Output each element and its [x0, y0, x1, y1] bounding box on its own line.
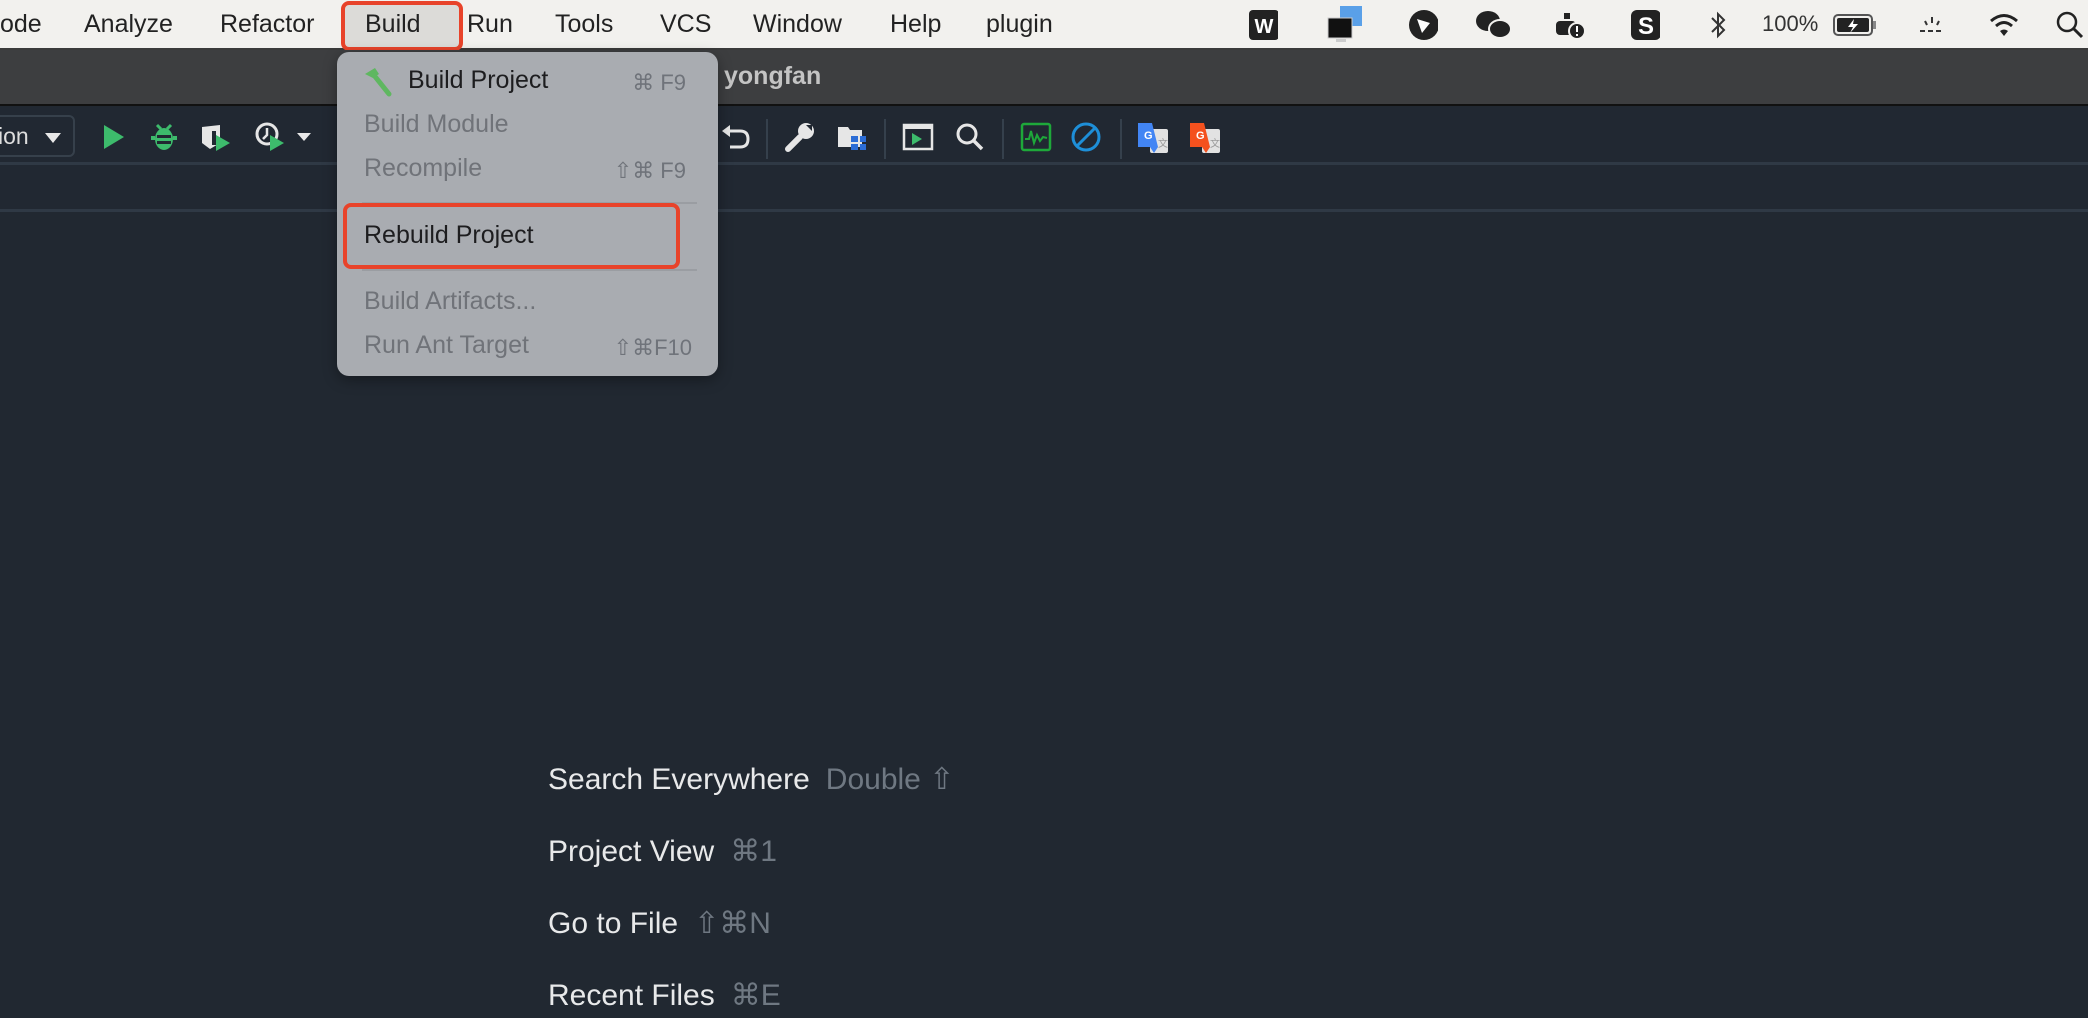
brightness-icon[interactable]	[1916, 10, 1946, 40]
feishu-icon[interactable]	[1408, 10, 1438, 40]
profile-icon[interactable]	[254, 121, 286, 153]
wps-icon[interactable]: W	[1248, 10, 1278, 40]
menu-refactor[interactable]: Refactor	[220, 0, 314, 48]
project-structure-icon[interactable]	[836, 121, 868, 153]
menu-tools[interactable]: Tools	[555, 0, 613, 48]
menu-item-shortcut: ⌘ F9	[632, 70, 686, 95]
hint-shortcut: ⇧⌘N	[694, 907, 771, 940]
menu-item-shortcut: ⇧⌘F10	[613, 335, 692, 360]
window-title: yongfan	[724, 62, 822, 90]
debug-icon[interactable]	[148, 121, 180, 153]
svg-text:文: 文	[1158, 137, 1168, 150]
toolbar-separator	[1002, 119, 1004, 159]
menu-item-label: Recompile	[364, 154, 483, 182]
hint-shortcut: Double ⇧	[825, 763, 955, 796]
undo-icon[interactable]	[720, 121, 752, 153]
welcome-hint-search-everywhere: Search Everywhere Double ⇧	[548, 762, 954, 797]
menu-item-label: Build Artifacts...	[364, 287, 537, 315]
toolbar-separator	[766, 119, 768, 159]
toolbar-separator	[1120, 119, 1122, 159]
welcome-hint-go-to-file: Go to File ⇧⌘N	[548, 906, 771, 941]
toolbar-separator	[884, 119, 886, 159]
run-config-dropdown[interactable]: ion	[0, 115, 75, 157]
welcome-hint-recent-files: Recent Files ⌘E	[548, 978, 781, 1013]
menu-item-label: Build Module	[364, 110, 509, 138]
hint-shortcut: ⌘E	[730, 979, 781, 1012]
main-toolbar: ion G文 G文	[0, 107, 2088, 165]
profile-dropdown-icon[interactable]	[296, 129, 312, 145]
macos-menubar: ode Analyze Refactor Build Run Tools VCS…	[0, 0, 2088, 51]
sogou-icon[interactable]: S	[1630, 10, 1660, 40]
terminal-icon[interactable]	[902, 121, 934, 153]
bluetooth-icon[interactable]	[1702, 10, 1732, 40]
menu-plugin[interactable]: plugin	[986, 0, 1053, 48]
menu-item-shortcut: ⇧⌘ F9	[613, 158, 686, 183]
search-icon[interactable]	[954, 121, 986, 153]
menu-item-label: Run Ant Target	[364, 331, 529, 359]
svg-text:文: 文	[1210, 137, 1220, 150]
svg-text:G: G	[1196, 130, 1205, 142]
run-icon[interactable]	[98, 121, 130, 153]
monitor-icon[interactable]	[1020, 121, 1052, 153]
google-translate-icon[interactable]: G文	[1136, 121, 1168, 153]
google-translate-alt-icon[interactable]: G文	[1188, 121, 1220, 153]
spotlight-search-icon[interactable]	[2054, 10, 2084, 40]
run-config-label: ion	[0, 123, 29, 149]
chevron-down-icon	[45, 133, 61, 143]
hint-label: Go to File	[548, 907, 679, 940]
window-titlebar: yongfan	[0, 50, 2088, 106]
menu-vcs[interactable]: VCS	[660, 0, 711, 48]
svg-text:G: G	[1144, 130, 1153, 142]
block-icon[interactable]	[1070, 121, 1102, 153]
wrench-icon[interactable]	[784, 121, 816, 153]
menu-code[interactable]: ode	[0, 0, 42, 48]
hint-shortcut: ⌘1	[730, 835, 777, 868]
hint-label: Project View	[548, 835, 715, 868]
menu-build[interactable]: Build	[365, 0, 421, 48]
welcome-hint-project-view: Project View ⌘1	[548, 834, 777, 869]
rebuild-project-highlight	[343, 203, 680, 269]
screen-sharing-icon[interactable]	[1326, 4, 1366, 44]
battery-charging-icon[interactable]	[1832, 10, 1878, 40]
wechat-icon[interactable]	[1474, 10, 1514, 40]
menu-run[interactable]: Run	[467, 0, 513, 48]
wifi-icon[interactable]	[1988, 10, 2018, 40]
navigation-bar	[0, 165, 2088, 212]
docker-icon[interactable]	[1552, 10, 1588, 40]
menu-analyze[interactable]: Analyze	[84, 0, 173, 48]
hint-label: Search Everywhere	[548, 763, 810, 796]
menu-window[interactable]: Window	[753, 0, 842, 48]
svg-text:S: S	[1638, 13, 1654, 40]
hammer-icon	[361, 66, 395, 100]
svg-text:W: W	[1255, 16, 1274, 38]
menu-help[interactable]: Help	[890, 0, 941, 48]
coverage-icon[interactable]	[200, 121, 232, 153]
hint-label: Recent Files	[548, 979, 715, 1012]
menu-item-label: Build Project	[408, 66, 549, 94]
battery-percent: 100%	[1762, 11, 1819, 36]
menu-divider	[362, 269, 697, 271]
